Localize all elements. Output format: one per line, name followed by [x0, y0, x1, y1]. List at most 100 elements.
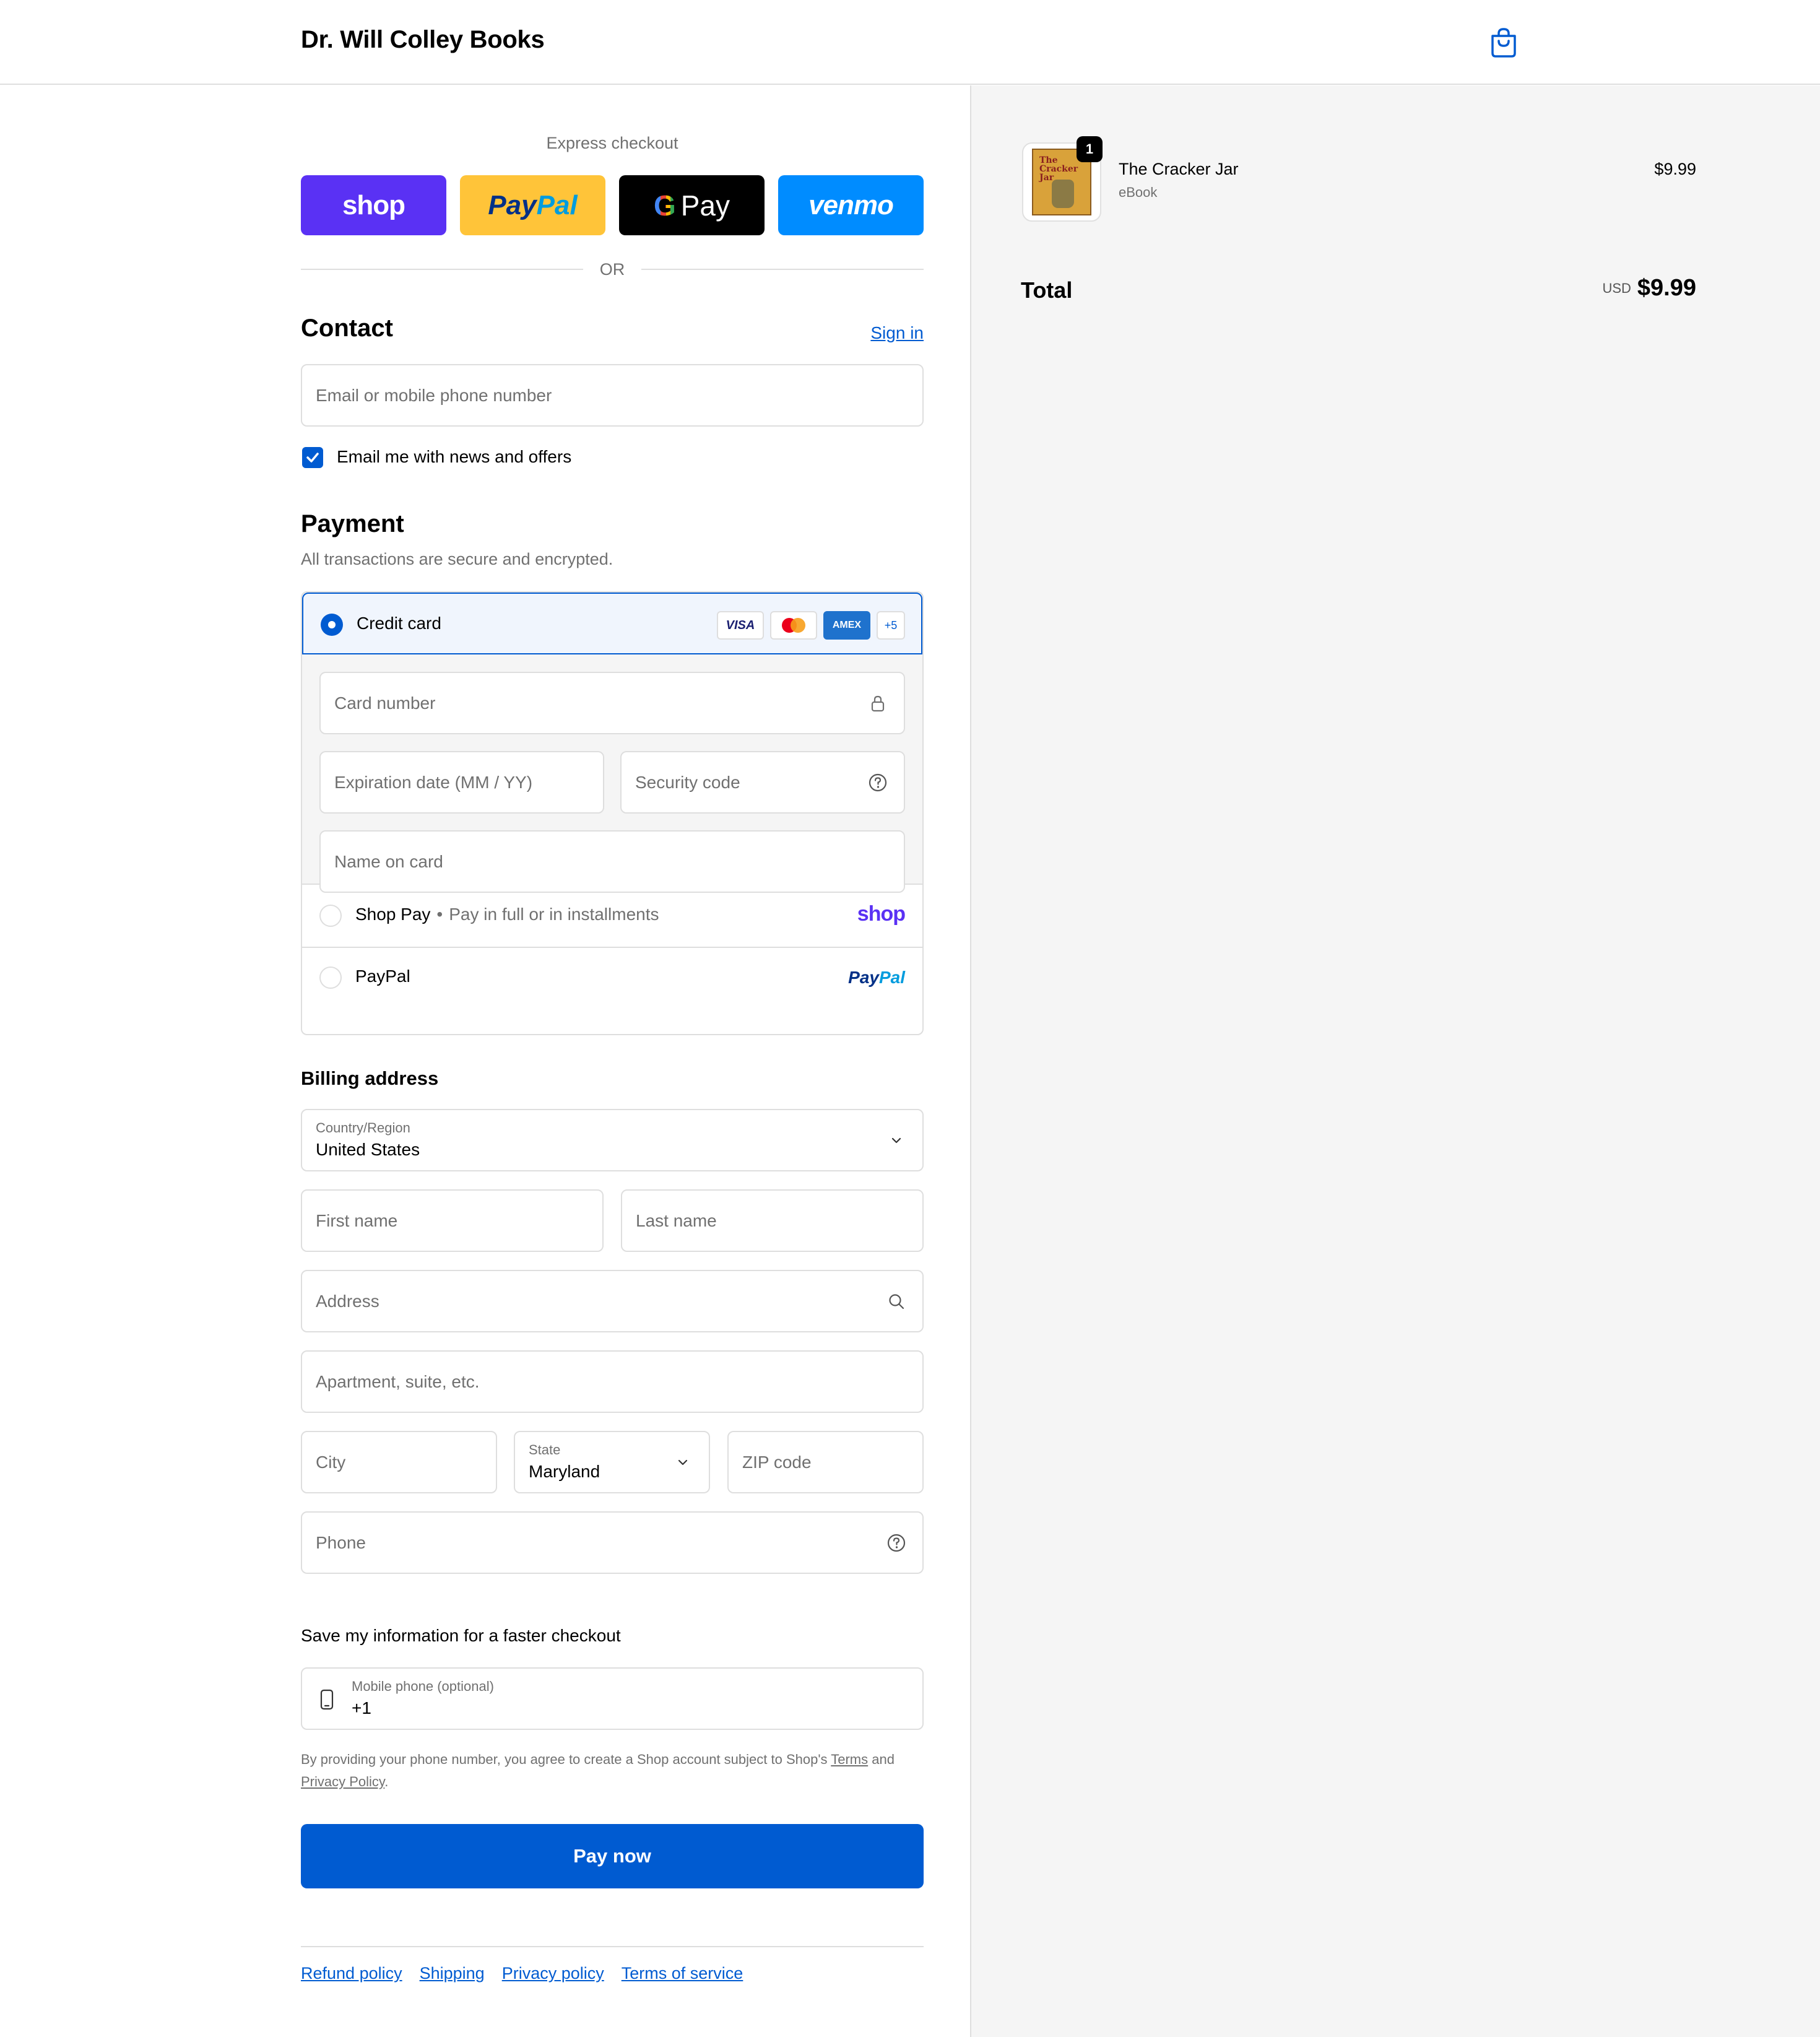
paypal-label: PayPal: [355, 966, 410, 986]
billing-heading: Billing address: [301, 1067, 439, 1089]
card-number-placeholder: Card number: [334, 693, 436, 713]
first-name-field[interactable]: First name: [301, 1189, 604, 1252]
venmo-express-button[interactable]: venmo: [778, 175, 924, 235]
shop-pay-radio[interactable]: [319, 905, 342, 927]
country-value: United States: [316, 1140, 420, 1159]
expiration-placeholder: Expiration date (MM / YY): [334, 772, 533, 792]
total-value: $9.99: [1637, 275, 1696, 301]
paypal-option[interactable]: PayPal PayPal: [302, 948, 922, 1010]
or-separator: OR: [599, 260, 625, 279]
privacy-policy-link[interactable]: Privacy policy: [502, 1964, 604, 1983]
express-checkout-label: Express checkout: [546, 134, 678, 152]
shopping-bag-icon[interactable]: [1489, 27, 1518, 58]
mobile-phone-value: +1: [352, 1698, 371, 1718]
last-name-placeholder: Last name: [636, 1210, 717, 1230]
email-placeholder: Email or mobile phone number: [316, 385, 552, 405]
state-select[interactable]: State Maryland: [514, 1431, 710, 1493]
terms-notice-text: By providing your phone number, you agre…: [301, 1752, 828, 1767]
city-placeholder: City: [316, 1452, 346, 1472]
search-icon: [889, 1293, 904, 1309]
help-icon[interactable]: [886, 1533, 906, 1553]
payment-methods: Credit card VISA AMEX +5 Card number Exp…: [301, 591, 924, 1035]
save-info-heading: Save my information for a faster checkou…: [301, 1626, 621, 1645]
paypal-brand-part2: Pal: [878, 968, 905, 987]
google-g-icon: G: [653, 189, 676, 222]
mobile-phone-field[interactable]: Mobile phone (optional) +1: [301, 1667, 924, 1730]
mastercard-icon: [770, 611, 817, 640]
footer-links: Refund policy Shipping Privacy policy Te…: [301, 1964, 743, 1983]
product-type: eBook: [1119, 185, 1158, 200]
chevron-down-icon: [678, 1459, 688, 1465]
news-checkbox-label[interactable]: Email me with news and offers: [337, 447, 571, 467]
card-number-field[interactable]: Card number: [319, 672, 905, 734]
country-select[interactable]: Country/Region United States: [301, 1109, 924, 1171]
paypal-radio[interactable]: [319, 966, 342, 989]
shop-logo-small: shop: [857, 902, 906, 926]
city-field[interactable]: City: [301, 1431, 497, 1493]
help-icon[interactable]: [868, 773, 888, 793]
address-field[interactable]: Address: [301, 1270, 924, 1332]
contact-heading: Contact: [301, 315, 393, 342]
security-code-placeholder: Security code: [635, 772, 740, 792]
zip-placeholder: ZIP code: [742, 1452, 812, 1472]
terms-of-service-link[interactable]: Terms of service: [622, 1964, 743, 1983]
shop-name[interactable]: Dr. Will Colley Books: [301, 26, 545, 54]
news-checkbox[interactable]: [302, 447, 323, 468]
credit-card-radio[interactable]: [321, 614, 343, 636]
shipping-link[interactable]: Shipping: [420, 1964, 485, 1983]
visa-icon: VISA: [717, 611, 764, 640]
more-cards-badge: +5: [877, 611, 905, 640]
credit-card-label: Credit card: [357, 614, 441, 633]
sign-in-link[interactable]: Sign in: [870, 323, 924, 343]
card-brand-logos: VISA AMEX +5: [717, 611, 905, 640]
last-name-field[interactable]: Last name: [621, 1189, 924, 1252]
country-label: Country/Region: [316, 1120, 410, 1136]
paypal-logo-small: PayPal: [848, 968, 905, 988]
zip-field[interactable]: ZIP code: [727, 1431, 924, 1493]
expiration-field[interactable]: Expiration date (MM / YY): [319, 751, 604, 814]
state-label: State: [529, 1442, 561, 1457]
paypal-express-button[interactable]: Pay Pal: [460, 175, 605, 235]
security-code-field[interactable]: Security code: [620, 751, 905, 814]
header: Dr. Will Colley Books: [0, 0, 1820, 85]
name-on-card-field[interactable]: Name on card: [319, 830, 905, 893]
terms-link[interactable]: Terms: [831, 1752, 868, 1767]
separator-dot: •: [436, 905, 443, 924]
privacy-link[interactable]: Privacy Policy: [301, 1774, 384, 1789]
credit-card-option[interactable]: Credit card VISA AMEX +5: [302, 593, 922, 654]
state-value: Maryland: [529, 1462, 600, 1481]
mobile-phone-icon: [320, 1689, 334, 1710]
phone-field[interactable]: Phone: [301, 1511, 924, 1574]
shop-logo: shop: [342, 189, 405, 220]
and-text: and: [872, 1752, 895, 1767]
shop-pay-option[interactable]: Shop Pay • Pay in full or in installments …: [302, 885, 922, 947]
apartment-field[interactable]: Apartment, suite, etc.: [301, 1350, 924, 1413]
address-placeholder: Address: [316, 1291, 379, 1311]
apartment-placeholder: Apartment, suite, etc.: [316, 1371, 480, 1391]
shop-pay-express-button[interactable]: shop: [301, 175, 446, 235]
refund-policy-link[interactable]: Refund policy: [301, 1964, 402, 1983]
lock-icon: [871, 695, 885, 711]
credit-card-form: Card number Expiration date (MM / YY) Se…: [302, 654, 922, 893]
mobile-phone-label: Mobile phone (optional): [352, 1679, 494, 1694]
payment-heading: Payment: [301, 510, 404, 537]
email-field[interactable]: Email or mobile phone number: [301, 364, 924, 427]
paypal-logo-part2: Pal: [536, 189, 578, 220]
amex-icon: AMEX: [823, 611, 870, 640]
first-name-placeholder: First name: [316, 1210, 398, 1230]
shop-pay-name: Shop Pay: [355, 905, 431, 924]
total-label: Total: [1021, 277, 1073, 303]
product-price: $9.99: [1654, 160, 1696, 178]
google-pay-express-button[interactable]: G Pay: [619, 175, 765, 235]
footer-divider: [301, 1946, 924, 1947]
chevron-down-icon: [891, 1137, 901, 1143]
pay-now-button[interactable]: Pay now: [301, 1824, 924, 1888]
name-on-card-placeholder: Name on card: [334, 851, 443, 871]
period-text: .: [384, 1774, 389, 1789]
total-amount: USD $9.99: [1602, 275, 1696, 302]
quantity-badge: 1: [1077, 136, 1103, 162]
shop-terms-notice: By providing your phone number, you agre…: [301, 1748, 924, 1793]
gpay-label: Pay: [680, 189, 730, 222]
checkmark-icon: [306, 453, 319, 463]
shop-pay-subtitle: Pay in full or in installments: [449, 905, 659, 924]
